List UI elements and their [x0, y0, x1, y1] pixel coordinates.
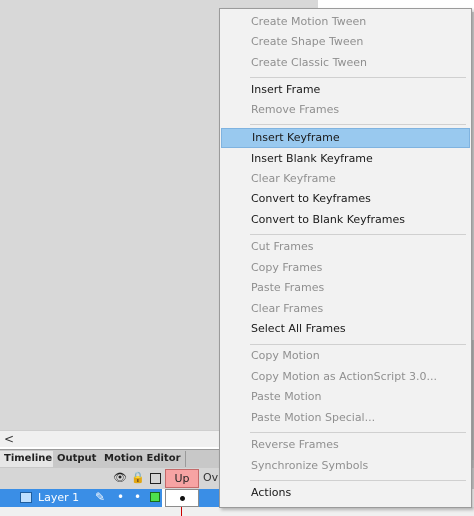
menu-item-cut-frames[interactable]: Cut Frames: [221, 237, 470, 257]
outline-icon[interactable]: [150, 473, 161, 484]
tab-timeline[interactable]: Timeline: [0, 451, 58, 467]
menu-item-reverse-frames[interactable]: Reverse Frames: [221, 435, 470, 455]
menu-item-clear-keyframe[interactable]: Clear Keyframe: [221, 169, 470, 189]
menu-item-create-shape-tween[interactable]: Create Shape Tween: [221, 32, 470, 52]
lock-dot-icon[interactable]: •: [134, 490, 141, 504]
menu-item-paste-motion-special[interactable]: Paste Motion Special...: [221, 408, 470, 428]
menu-item-clear-frames[interactable]: Clear Frames: [221, 299, 470, 319]
playhead[interactable]: [181, 507, 182, 516]
menu-item-copy-frames[interactable]: Copy Frames: [221, 258, 470, 278]
frame-cell-selected[interactable]: [199, 489, 220, 507]
menu-item-convert-to-keyframes[interactable]: Convert to Keyframes: [221, 189, 470, 209]
layer-selection[interactable]: Layer 1 ✎ • •: [0, 489, 162, 507]
menu-item-copy-motion-as-actionscript[interactable]: Copy Motion as ActionScript 3.0...: [221, 367, 470, 387]
menu-item-create-motion-tween[interactable]: Create Motion Tween: [221, 12, 470, 32]
menu-item-select-all-frames[interactable]: Select All Frames: [221, 319, 470, 339]
menu-item-convert-to-blank-keyframes[interactable]: Convert to Blank Keyframes: [221, 210, 470, 230]
scroll-left-icon[interactable]: <: [4, 432, 14, 446]
menu-item-paste-frames[interactable]: Paste Frames: [221, 278, 470, 298]
menu-separator: [250, 480, 466, 481]
timeline-bottom: [0, 507, 474, 516]
context-menu: Create Motion Tween Create Shape Tween C…: [219, 8, 472, 508]
menu-item-actions[interactable]: Actions: [221, 483, 470, 503]
frame-label-over[interactable]: Ov: [203, 471, 218, 484]
menu-item-copy-motion[interactable]: Copy Motion: [221, 346, 470, 366]
layer-name[interactable]: Layer 1: [38, 491, 79, 504]
menu-item-create-classic-tween[interactable]: Create Classic Tween: [221, 53, 470, 73]
menu-item-insert-frame[interactable]: Insert Frame: [221, 80, 470, 100]
visibility-dot-icon[interactable]: •: [117, 490, 124, 504]
layer-color-box[interactable]: [150, 492, 160, 502]
pencil-icon: ✎: [95, 490, 106, 504]
menu-separator: [250, 432, 466, 433]
tab-motion-editor[interactable]: Motion Editor: [100, 451, 186, 467]
menu-separator: [250, 77, 466, 78]
tab-output[interactable]: Output: [53, 451, 102, 467]
layer-icon: [20, 492, 32, 503]
menu-item-remove-frames[interactable]: Remove Frames: [221, 100, 470, 120]
menu-item-insert-keyframe[interactable]: Insert Keyframe: [221, 128, 470, 148]
eye-icon[interactable]: 👁: [113, 472, 127, 484]
frame-cell-1[interactable]: [165, 489, 199, 507]
menu-item-synchronize-symbols[interactable]: Synchronize Symbols: [221, 456, 470, 476]
menu-separator: [250, 124, 466, 125]
menu-separator: [250, 234, 466, 235]
menu-separator: [250, 344, 466, 345]
menu-item-insert-blank-keyframe[interactable]: Insert Blank Keyframe: [221, 149, 470, 169]
menu-item-paste-motion[interactable]: Paste Motion: [221, 387, 470, 407]
keyframe-icon: [180, 496, 185, 501]
frame-label-up[interactable]: Up: [165, 469, 199, 488]
lock-icon[interactable]: 🔒: [131, 472, 145, 484]
